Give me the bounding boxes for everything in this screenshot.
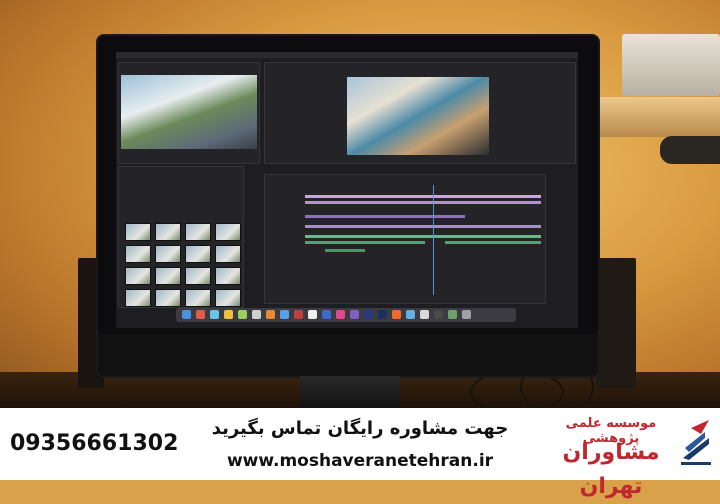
monitor: [98, 36, 598, 376]
dock-app-icon: [350, 310, 359, 319]
org-name: مشاوران تهران: [562, 440, 660, 499]
timeline-track: [305, 241, 425, 244]
clip-thumbnail: [185, 223, 211, 241]
shelf-device: [622, 34, 720, 96]
video-editor-screen: [116, 52, 578, 328]
dock-app-icon: [182, 310, 191, 319]
menu-bar: [116, 52, 578, 58]
dock-app-icon: [308, 310, 317, 319]
source-monitor-panel: [118, 62, 260, 164]
timeline-track: [325, 249, 365, 252]
dock-app-icon: [420, 310, 429, 319]
clip-thumbnail: [155, 289, 181, 307]
right-speaker: [596, 258, 636, 388]
dock-app-icon: [210, 310, 219, 319]
dock-app-icon: [392, 310, 401, 319]
wall-shelf: [598, 97, 720, 137]
clip-thumbnail: [215, 289, 241, 307]
logo-icon: [681, 420, 711, 465]
timeline-track: [445, 241, 541, 244]
timeline-track: [305, 201, 541, 204]
dock-app-icon: [196, 310, 205, 319]
monitor-stand: [300, 376, 400, 408]
org-subtitle: موسسه علمی پژوهشی: [565, 416, 657, 446]
clip-thumbnail: [125, 223, 151, 241]
clip-thumbnail: [155, 223, 181, 241]
ad-banner: 09356661302 جهت مشاوره رایگان تماس بگیری…: [0, 408, 720, 499]
dock-app-icon: [224, 310, 233, 319]
dock-app-icon: [462, 310, 471, 319]
timeline-panel: [264, 174, 546, 304]
website-link[interactable]: www.moshaveranetehran.ir: [210, 448, 510, 474]
dock-app-icon: [280, 310, 289, 319]
dock-app-icon: [322, 310, 331, 319]
timeline-track: [305, 225, 541, 228]
clip-thumbnail: [125, 245, 151, 263]
dock-app-icon: [406, 310, 415, 319]
clip-thumbnail: [185, 245, 211, 263]
monitor-chin: [98, 334, 598, 376]
clip-thumbnail: [185, 267, 211, 285]
clip-thumbnail: [155, 245, 181, 263]
timeline-track: [305, 235, 541, 238]
dock-app-icon: [294, 310, 303, 319]
clip-thumbnail: [155, 267, 181, 285]
photo-scene: [0, 0, 720, 408]
timeline-track: [305, 215, 465, 218]
dock-app-icon: [238, 310, 247, 319]
phone-number[interactable]: 09356661302: [10, 422, 190, 466]
project-bin-panel: [118, 166, 244, 308]
dock: [176, 308, 516, 322]
clip-thumbnail: [125, 289, 151, 307]
dock-app-icon: [364, 310, 373, 319]
clip-thumbnail: [125, 267, 151, 285]
program-monitor-panel: [264, 62, 576, 164]
dock-app-icon: [448, 310, 457, 319]
clip-thumbnail: [215, 267, 241, 285]
source-video-frame: [121, 75, 257, 149]
timeline-track: [305, 195, 541, 198]
clip-thumbnail: [215, 223, 241, 241]
playhead: [433, 185, 434, 295]
org-logo: موسسه علمی پژوهشی مشاوران تهران: [545, 412, 715, 499]
call-to-action: جهت مشاوره رایگان تماس بگیرید: [211, 418, 509, 439]
dock-app-icon: [252, 310, 261, 319]
clip-thumbnail: [215, 245, 241, 263]
dock-app-icon: [434, 310, 443, 319]
clip-thumbnail: [185, 289, 211, 307]
program-video-frame: [347, 77, 489, 155]
shelf-pipe: [660, 136, 720, 164]
dock-app-icon: [266, 310, 275, 319]
dock-app-icon: [336, 310, 345, 319]
dock-app-icon: [378, 310, 387, 319]
